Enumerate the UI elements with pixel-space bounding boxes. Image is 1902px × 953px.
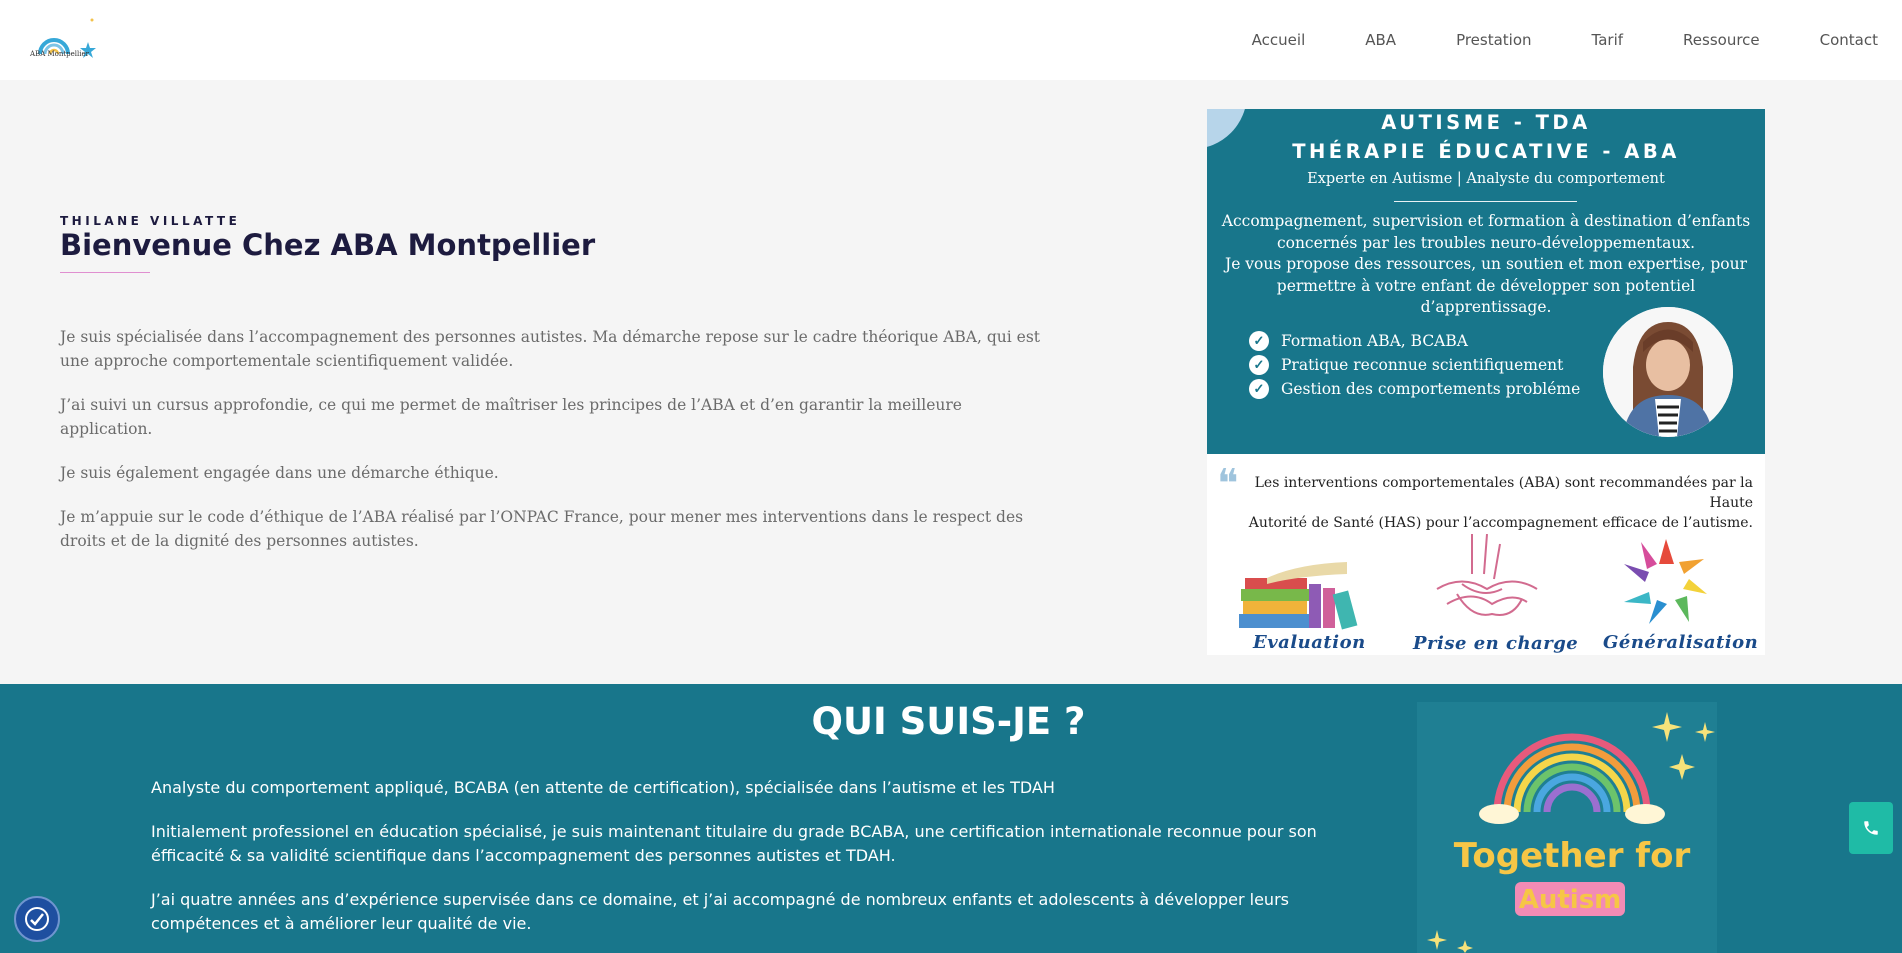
feature-item: ✓ Formation ABA, BCABA (1249, 329, 1580, 353)
nav-contact[interactable]: Contact (1820, 31, 1878, 49)
flyer-subtitle: Experte en Autisme | Analyste du comport… (1307, 171, 1665, 187)
check-icon: ✓ (1249, 379, 1269, 399)
nav-prestation[interactable]: Prestation (1456, 31, 1531, 49)
hero-paragraph: Je m’appuie sur le code d’éthique de l’A… (60, 508, 1024, 550)
nav-accueil[interactable]: Accueil (1252, 31, 1306, 49)
about-paragraph: Analyste du comportement appliqué, BCABA… (151, 778, 1055, 797)
flyer-desc-line: Je vous propose des ressources, un souti… (1224, 255, 1748, 273)
step-label-generalisation: Généralisation (1603, 632, 1759, 653)
site-header: ABA Montpellier Accueil ABA Prestation T… (0, 0, 1902, 80)
quote-line: Les interventions comportementales (ABA)… (1254, 475, 1753, 511)
about-title-text: QUI SUIS-JE ? (811, 700, 1086, 743)
books-icon (1239, 562, 1358, 630)
feature-label: Formation ABA, BCABA (1281, 332, 1468, 350)
flyer-divider (1394, 201, 1577, 202)
flyer-desc-line: concernés par les troubles neuro-dévelop… (1276, 233, 1696, 252)
hero-text: Je suis spécialisée dans l’accompagnemen… (60, 325, 1050, 573)
accessibility-button[interactable] (14, 896, 60, 942)
svg-text:Together for: Together for (1454, 836, 1691, 876)
accessibility-icon (25, 907, 49, 931)
check-icon: ✓ (1249, 355, 1269, 375)
check-icon: ✓ (1249, 331, 1269, 351)
about-text: Analyste du comportement appliqué, BCABA… (151, 776, 1331, 953)
flyer-heading-2: THÉRAPIE ÉDUCATIVE - ABA (1292, 140, 1680, 163)
hero-paragraph: Je suis également engagée dans une démar… (60, 464, 499, 482)
hands-icon (1436, 534, 1538, 616)
flyer-description: Accompagnement, supervision et formation… (1217, 211, 1755, 319)
nav-tarif[interactable]: Tarif (1592, 31, 1624, 49)
flyer-desc-line: Accompagnement, supervision et formation… (1221, 212, 1751, 230)
step-label-prise-en-charge: Prise en charge (1413, 633, 1579, 654)
feature-label: Pratique reconnue scientifiquement (1281, 356, 1564, 374)
hero-paragraph: J’ai suivi un cursus approfondie, ce qui… (60, 396, 962, 438)
about-section: QUI SUIS-JE ? Analyste du comportement a… (0, 684, 1902, 953)
flyer-heading-1: AUTISME - TDA (1381, 111, 1591, 134)
feature-item: ✓ Pratique reconnue scientifiquement (1249, 353, 1580, 377)
phone-button[interactable] (1849, 802, 1893, 854)
service-flyer: AUTISME - TDA THÉRAPIE ÉDUCATIVE - ABA E… (1207, 109, 1765, 655)
logo-text: ABA Montpellier (30, 50, 90, 58)
step-label-evaluation: Evaluation (1253, 632, 1366, 653)
nav-ressource[interactable]: Ressource (1683, 31, 1760, 49)
feature-item: ✓ Gestion des comportements probléme (1249, 377, 1580, 401)
title-underline (60, 272, 150, 273)
site-logo[interactable] (30, 14, 102, 66)
phone-icon (1864, 821, 1878, 835)
hands-circle-icon (1624, 539, 1707, 624)
flyer-quote: Les interventions comportementales (ABA)… (1243, 473, 1753, 533)
flyer-steps: Evaluation Prise en charge Généralisatio… (1207, 529, 1765, 655)
page-title: Bienvenue Chez ABA Montpellier (60, 228, 596, 262)
flyer-header: AUTISME - TDA THÉRAPIE ÉDUCATIVE - ABA E… (1207, 109, 1765, 454)
flyer-feature-list: ✓ Formation ABA, BCABA ✓ Pratique reconnue… (1249, 329, 1580, 401)
hero-paragraph: Je suis spécialisée dans l’accompagnemen… (60, 328, 1040, 370)
about-paragraph: J’ai quatre années ans d’expérience supe… (151, 890, 1289, 933)
quote-icon: ❝ (1217, 461, 1239, 507)
main-nav: Accueil ABA Prestation Tarif Ressource C… (1192, 0, 1878, 80)
nav-aba[interactable]: ABA (1365, 31, 1396, 49)
hero-eyebrow: THILANE VILLATTE (60, 214, 241, 228)
together-autism-image: Together for Autism (1417, 702, 1717, 953)
profile-photo (1603, 307, 1733, 437)
svg-text:Autism: Autism (1519, 885, 1622, 915)
feature-label: Gestion des comportements probléme (1281, 380, 1581, 398)
about-paragraph: Initialement professionel en éducation s… (151, 822, 1317, 865)
